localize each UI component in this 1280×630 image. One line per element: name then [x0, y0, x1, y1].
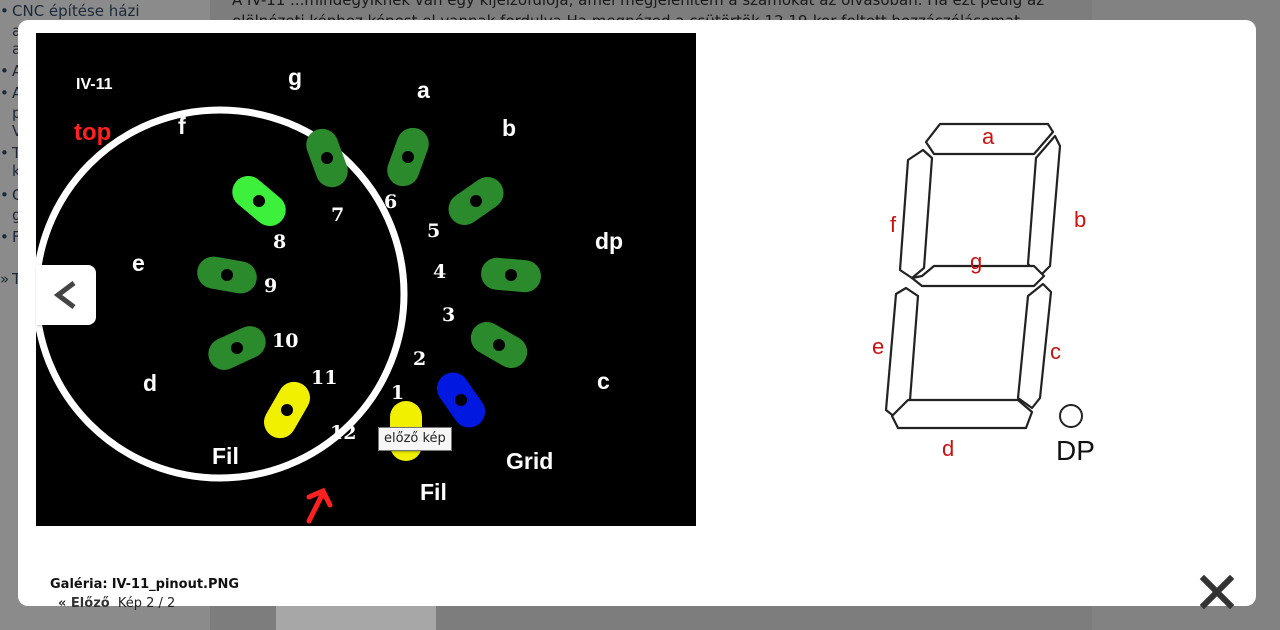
fil-left-label: Fil [212, 443, 239, 469]
diagram-label-b: b [1074, 207, 1086, 232]
segment-label-c: c [597, 368, 610, 394]
background-sidebar-item: • CNC építése házi [0, 2, 140, 20]
bullet-icon: » [0, 270, 10, 288]
seven-segment-diagram: DP a b c d e f g [838, 80, 1128, 480]
segment-d [890, 398, 1034, 430]
segment-label-g: g [288, 64, 302, 90]
bullet-icon: • [0, 84, 9, 102]
bullet-icon: • [0, 228, 9, 246]
tooltip: előző kép [378, 427, 452, 451]
gallery-caption: Galéria: IV-11_pinout.PNG [50, 577, 239, 592]
bullet-icon: • [0, 2, 9, 20]
fil-bottom-label: Fil [420, 479, 447, 505]
gallery-label: Galéria: [50, 577, 108, 592]
segment-c [1016, 282, 1053, 410]
grid-label: Grid [506, 448, 553, 474]
pin-number-3: 3 [442, 304, 455, 326]
previous-image-button[interactable] [36, 265, 96, 325]
background-thumbnail [276, 606, 436, 630]
segment-label-f: f [178, 113, 186, 139]
bullet-icon: • [0, 186, 9, 204]
segment-f [898, 148, 934, 280]
gallery-file-name: IV-11_pinout.PNG [111, 577, 240, 592]
pin-number-8: 8 [273, 231, 286, 253]
diagram-label-a: a [982, 124, 995, 149]
gallery-navigation: « Előző Kép 2 / 2 [58, 596, 175, 611]
dp-label: DP [1056, 435, 1095, 466]
diagram-label-f: f [890, 212, 897, 237]
pin-number-2: 2 [413, 348, 426, 370]
segment-label-dp: dp [595, 228, 623, 254]
diagram-label-g: g [970, 249, 982, 274]
previous-link[interactable]: « Előző [58, 596, 110, 611]
pin-number-5: 5 [427, 220, 440, 242]
bullet-icon: • [0, 62, 9, 80]
chevron-left-icon [53, 281, 76, 309]
decimal-point-icon [1059, 404, 1083, 428]
close-button[interactable] [1198, 573, 1236, 611]
pin-number-12: 12 [330, 422, 356, 444]
lightbox-modal: 1 2 3 4 5 6 7 8 9 10 11 12 IV-11 top g a… [18, 20, 1256, 611]
segment-b [1026, 134, 1062, 278]
pinout-photo: 1 2 3 4 5 6 7 8 9 10 11 12 IV-11 top g a… [36, 33, 696, 526]
close-icon [1199, 574, 1235, 610]
segment-label-a: a [417, 77, 430, 103]
pin-number-6: 6 [384, 191, 397, 213]
view-label: top [74, 119, 111, 146]
diagram-label-c: c [1050, 339, 1061, 364]
image-counter: Kép 2 / 2 [117, 596, 176, 611]
segment-label-e: e [132, 250, 145, 276]
tube-label: IV-11 [76, 76, 113, 93]
segment-label-d: d [143, 370, 157, 396]
pin-number-4: 4 [433, 261, 446, 283]
background-article-line: A IV-11 ...mindegyiknek van egy kijelzőf… [232, 0, 1045, 9]
pin-number-1: 1 [391, 382, 404, 404]
pin-number-9: 9 [264, 275, 277, 297]
pin-number-11: 11 [311, 367, 337, 389]
diagram-label-d: d [942, 436, 954, 461]
segment-label-b: b [502, 115, 516, 141]
pin-number-7: 7 [331, 204, 344, 226]
bullet-icon: • [0, 144, 9, 162]
pin-number-10: 10 [272, 330, 298, 352]
background-sidebar-text: CNC építése házi [12, 2, 140, 20]
segment-e [884, 286, 920, 420]
diagram-label-e: e [872, 334, 884, 359]
